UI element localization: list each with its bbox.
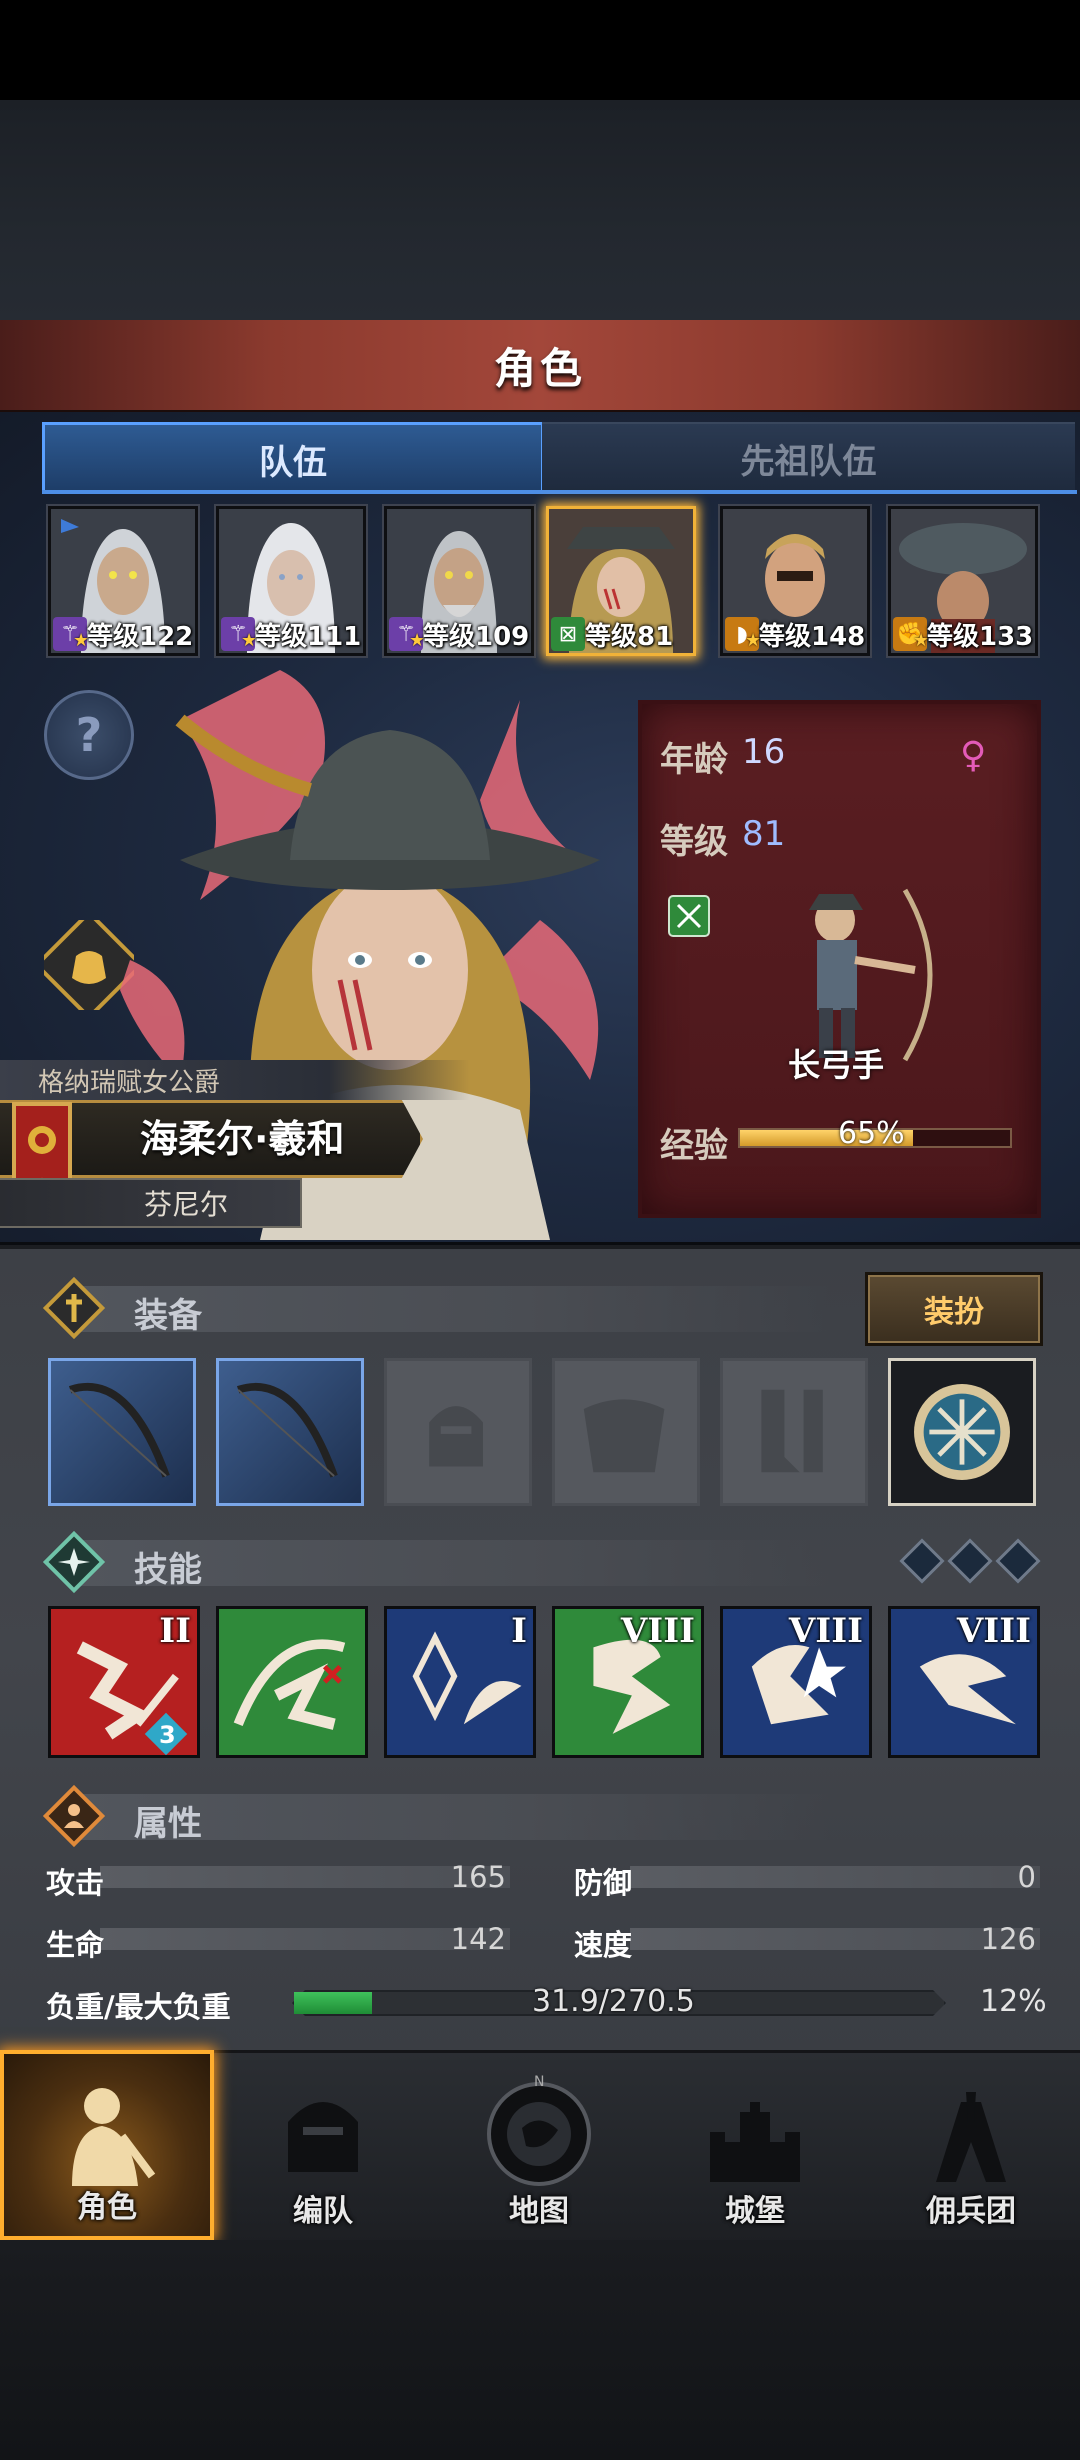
compass-map-icon: N — [487, 2074, 591, 2186]
boots-slot[interactable] — [720, 1358, 868, 1506]
hero-level: 等级122 — [87, 622, 194, 652]
character-title: 格纳瑞赋女公爵 — [38, 1068, 221, 1098]
armor-icon — [583, 1399, 665, 1473]
skills-title: 技能 — [134, 1550, 202, 1590]
skill-level: VIII — [788, 1611, 863, 1651]
nav-label: 编队 — [293, 2194, 353, 2229]
helmet-icon — [288, 2102, 358, 2172]
skill-level: I — [511, 1611, 527, 1651]
character-name: 海柔尔·羲和 — [140, 1117, 345, 1161]
attributes-title: 属性 — [134, 1804, 202, 1844]
tab-team[interactable]: 队伍 — [42, 422, 544, 493]
load-percent: 12% — [980, 1984, 1047, 2019]
skill-level: VIII — [956, 1611, 1031, 1651]
castle-icon — [710, 2102, 800, 2182]
skill-star-icon — [42, 1530, 106, 1594]
bow-icon: ⊠ — [551, 617, 585, 651]
skill-slot-5[interactable]: VIII — [720, 1606, 872, 1758]
skill-slot-6[interactable]: VIII — [888, 1606, 1040, 1758]
helmet-icon — [429, 1406, 483, 1467]
nav-label: 城堡 — [725, 2194, 785, 2229]
attack-value: 165 — [450, 1860, 506, 1894]
attack-label: 攻击 — [46, 1866, 105, 1900]
potion-icon — [72, 951, 106, 984]
skill-level: II — [159, 1611, 191, 1651]
skill-slot-1[interactable]: II 3 — [48, 1606, 200, 1758]
hero-level: 等级109 — [423, 622, 530, 652]
level-value: 81 — [742, 814, 786, 854]
header-background — [0, 100, 1080, 320]
hp-value: 142 — [450, 1922, 506, 1956]
armor-slot[interactable] — [552, 1358, 700, 1506]
bow-class-icon — [668, 895, 710, 937]
skill-slot-4[interactable]: VIII — [552, 1606, 704, 1758]
hero-portrait-3[interactable]: ⚚ ★ 等级109 — [384, 506, 534, 656]
boots-icon — [761, 1389, 823, 1473]
hero-portrait-6[interactable]: ✊ ★ 等级133 — [888, 506, 1038, 656]
title-banner: 角色 — [0, 320, 1080, 413]
tab-ancestor-team[interactable]: 先祖队伍 — [542, 422, 1075, 492]
cross-icon — [42, 1276, 106, 1340]
sweep-icon — [233, 1639, 346, 1730]
knight-icon — [72, 2088, 156, 2186]
tab-underline — [42, 490, 1077, 494]
hero-portrait-5[interactable]: ◗ ★ 等级148 — [720, 506, 870, 656]
load-value: 31.9/270.5 — [532, 1984, 695, 2019]
age-value: 16 — [742, 732, 786, 772]
equipment-title: 装备 — [134, 1296, 202, 1336]
exp-label: 经验 — [660, 1126, 728, 1166]
nav-character[interactable]: 角色 — [0, 2050, 214, 2240]
accessory-slot[interactable] — [888, 1358, 1036, 1506]
age-label: 年龄 — [660, 740, 728, 780]
skill-level: VIII — [620, 1611, 695, 1651]
amulet-icon — [914, 1384, 1010, 1480]
nav-map[interactable]: N 地图 — [432, 2050, 646, 2240]
weapon-slot-1[interactable] — [48, 1358, 196, 1506]
class-name: 长弓手 — [788, 1046, 885, 1084]
hero-level: 等级133 — [927, 622, 1034, 652]
skill-slot-2[interactable] — [216, 1606, 368, 1758]
level-label: 等级 — [660, 822, 728, 862]
mercenary-icon — [936, 2092, 1006, 2182]
speed-value: 126 — [980, 1922, 1036, 1956]
skill-slot-3[interactable]: I — [384, 1606, 536, 1758]
helmet-slot[interactable] — [384, 1358, 532, 1506]
bow-icon — [236, 1383, 338, 1478]
weapon-slot-2[interactable] — [216, 1358, 364, 1506]
nav-label: 角色 — [77, 2190, 137, 2225]
load-bar-fill — [294, 1992, 372, 2014]
defense-label: 防御 — [574, 1866, 633, 1900]
nav-castle[interactable]: 城堡 — [648, 2050, 862, 2240]
speed-label: 速度 — [574, 1928, 633, 1962]
load-label: 负重/最大负重 — [46, 1990, 231, 2024]
hero-portrait-1[interactable]: ⚚ ★ 等级122 — [48, 506, 198, 656]
dress-up-button[interactable]: 装扮 — [865, 1272, 1043, 1346]
attribute-icon — [42, 1784, 106, 1848]
tab-bar: 队伍 先祖队伍 — [42, 422, 1077, 493]
hp-label: 生命 — [46, 1928, 105, 1962]
hero-level: 等级111 — [255, 622, 362, 652]
skill-charge-count: 3 — [159, 1721, 176, 1749]
character-region: 芬尼尔 — [144, 1188, 229, 1221]
nav-mercenary[interactable]: 佣兵团 — [864, 2050, 1078, 2240]
hero-level: 等级148 — [759, 622, 866, 652]
female-icon: ♀ — [960, 735, 987, 776]
bottom-area — [0, 2240, 1080, 2460]
svg-text:N: N — [534, 2074, 544, 2090]
hero-level: 等级81 — [585, 622, 674, 652]
status-area — [0, 0, 1080, 100]
hero-portrait-2[interactable]: ⚚ ★ 等级111 — [216, 506, 366, 656]
bow-icon — [68, 1383, 170, 1478]
exp-percent: 65% — [838, 1116, 905, 1151]
page-title: 角色 — [493, 343, 586, 393]
defense-value: 0 — [1017, 1860, 1036, 1894]
nav-label: 地图 — [509, 2194, 569, 2229]
nav-label: 佣兵团 — [926, 2194, 1016, 2229]
question-icon: ? — [75, 708, 103, 762]
nav-formation[interactable]: 编队 — [216, 2050, 430, 2240]
hero-portrait-4-selected[interactable]: ⊠ 等级81 — [546, 506, 696, 656]
